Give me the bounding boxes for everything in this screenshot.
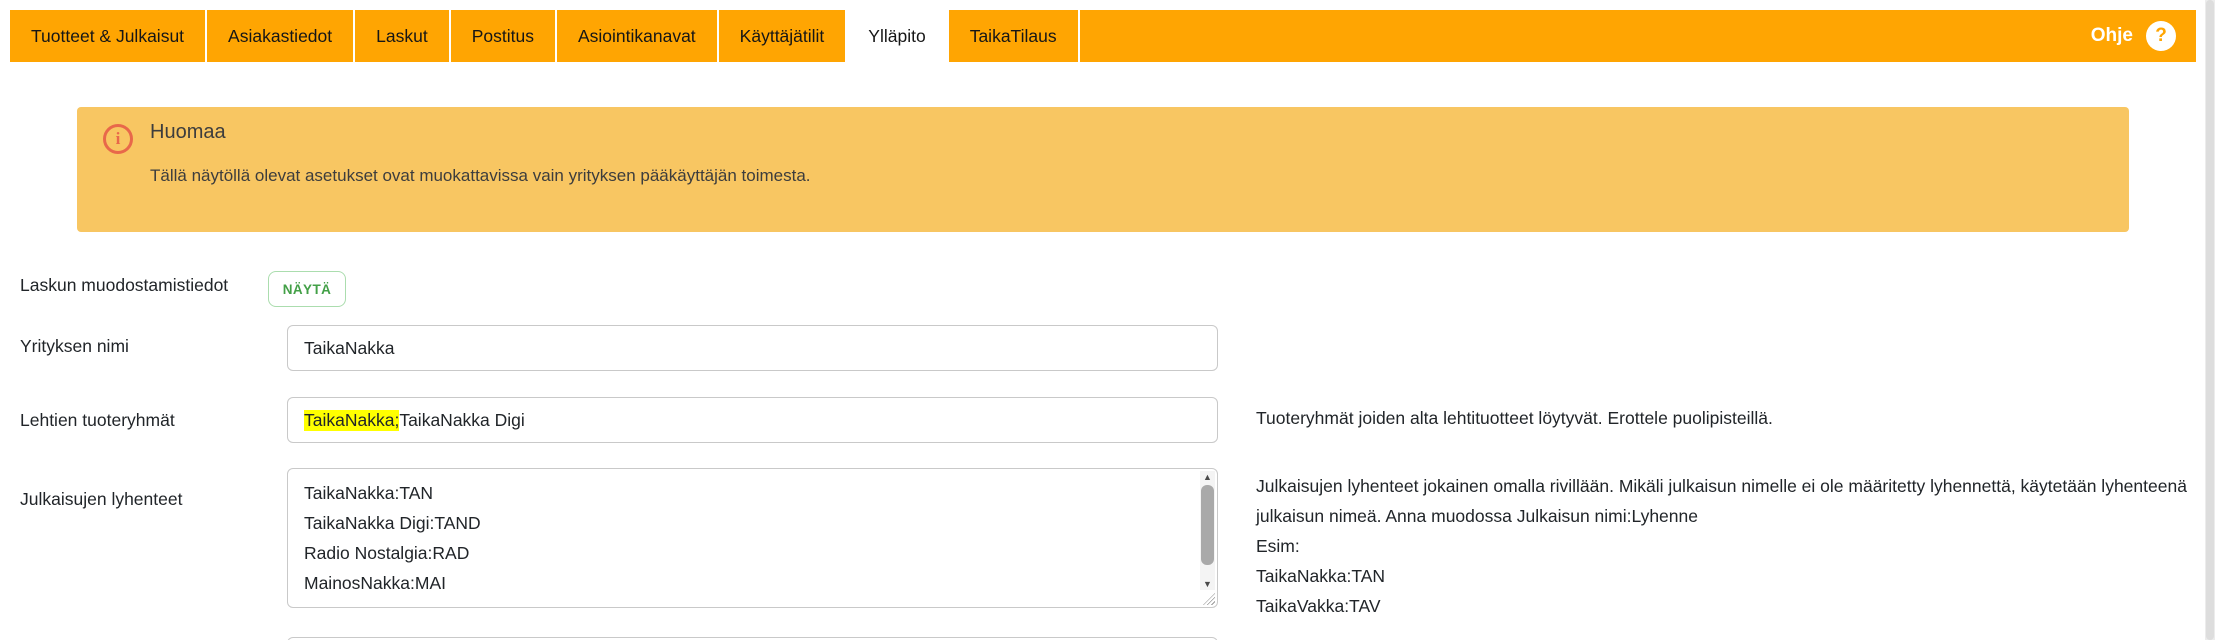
abbreviations-help-example: TaikaVakka:TAV [1256, 591, 2206, 621]
product-groups-label: Lehtien tuoteryhmät [20, 410, 175, 431]
abbreviations-help-example: TaikaNakka:TAN [1256, 561, 2206, 591]
tab-yllapito-active[interactable]: Ylläpito [847, 10, 948, 62]
tab-asiakastiedot[interactable]: Asiakastiedot [207, 10, 355, 62]
page-scrollbar[interactable] [2205, 0, 2215, 640]
abbreviations-textarea[interactable]: TaikaNakka:TAN TaikaNakka Digi:TAND Radi… [287, 468, 1218, 608]
nav-help-area: Ohje ? [2091, 10, 2196, 62]
textarea-line: MainosNakka:MAI [304, 568, 1183, 598]
scroll-down-icon[interactable]: ▼ [1203, 578, 1212, 590]
notice-body: Tällä näytöllä olevat asetukset ovat muo… [150, 166, 811, 186]
tab-tuotteet-julkaisut[interactable]: Tuotteet & Julkaisut [10, 10, 207, 62]
notice-banner: i Huomaa Tällä näytöllä olevat asetukset… [77, 107, 2129, 232]
textarea-line: Radio Nostalgia:RAD [304, 538, 1183, 568]
product-groups-input[interactable]: TaikaNakka;TaikaNakka Digi [287, 397, 1218, 443]
tab-postitus[interactable]: Postitus [451, 10, 557, 62]
scrollbar-thumb[interactable] [1201, 485, 1214, 565]
resize-handle-icon[interactable] [1203, 593, 1215, 605]
notice-title: Huomaa [150, 121, 226, 144]
textarea-line: TaikaNakka:TAN [304, 478, 1183, 508]
admin-page: Tuotteet & Julkaisut Asiakastiedot Lasku… [0, 0, 2215, 640]
textarea-scrollbar[interactable]: ▲ ▼ [1200, 471, 1215, 590]
scroll-up-icon[interactable]: ▲ [1203, 471, 1212, 483]
top-navbar: Tuotteet & Julkaisut Asiakastiedot Lasku… [10, 10, 2196, 62]
company-name-input[interactable] [287, 325, 1218, 371]
product-groups-help: Tuoteryhmät joiden alta lehtituotteet lö… [1256, 408, 1773, 429]
tab-taikatilaus[interactable]: TaikaTilaus [949, 10, 1080, 62]
tab-asiointikanavat[interactable]: Asiointikanavat [557, 10, 719, 62]
help-link[interactable]: Ohje [2091, 25, 2133, 47]
tab-laskut[interactable]: Laskut [355, 10, 451, 62]
page-scrollbar-thumb[interactable] [2206, 0, 2214, 640]
abbreviations-label: Julkaisujen lyhenteet [20, 489, 182, 510]
highlighted-text: TaikaNakka; [304, 410, 399, 431]
invoice-info-label: Laskun muodostamistiedot [20, 275, 228, 296]
abbreviations-help: Julkaisujen lyhenteet jokainen omalla ri… [1256, 471, 2206, 621]
abbreviations-help-example-label: Esim: [1256, 531, 2206, 561]
tab-kayttajatilit[interactable]: Käyttäjätilit [719, 10, 848, 62]
show-button[interactable]: NÄYTÄ [268, 271, 346, 307]
company-name-label: Yrityksen nimi [20, 336, 129, 357]
abbreviations-help-intro: Julkaisujen lyhenteet jokainen omalla ri… [1256, 476, 2187, 526]
help-question-icon[interactable]: ? [2146, 21, 2176, 51]
textarea-line: TaikaNakka Digi:TAND [304, 508, 1183, 538]
input-text: TaikaNakka Digi [399, 410, 524, 431]
info-icon: i [103, 124, 133, 154]
